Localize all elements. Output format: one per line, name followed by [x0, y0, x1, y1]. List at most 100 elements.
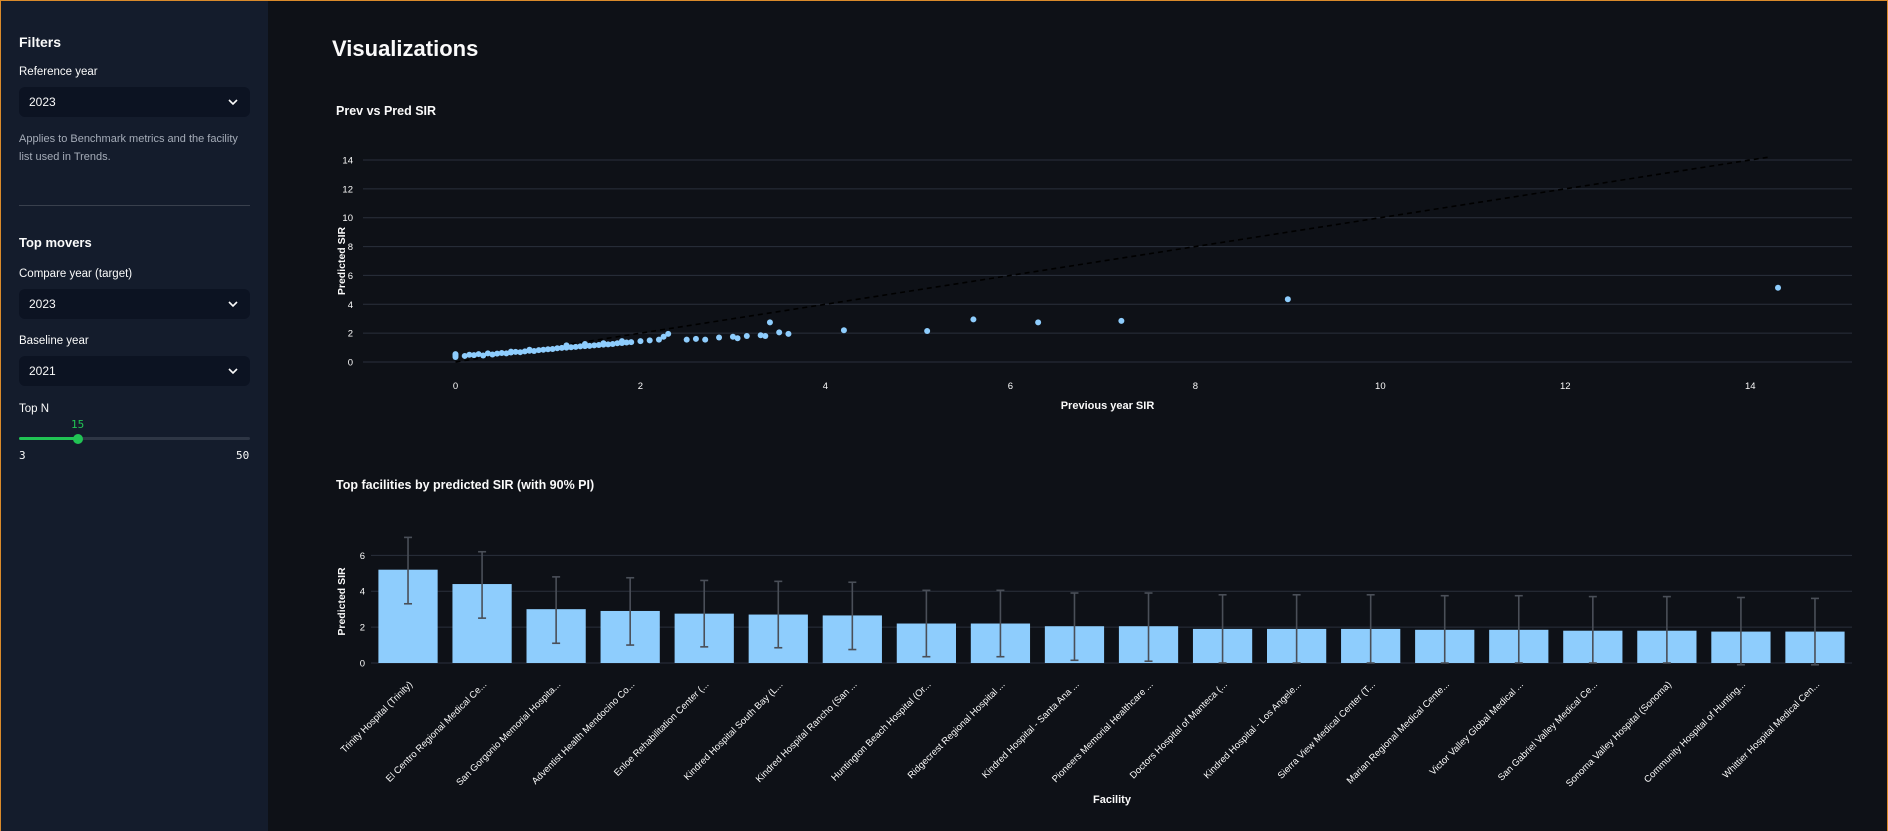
top-n-min: 3 [19, 449, 26, 462]
compare-year-select[interactable]: 2023 [19, 289, 250, 319]
scatter-point [591, 342, 598, 349]
scatter-point [743, 333, 750, 340]
scatter-point [549, 346, 556, 353]
scatter-x-label: Previous year SIR [1061, 400, 1155, 412]
top-movers-heading: Top movers [19, 235, 92, 250]
bar [1044, 626, 1105, 663]
bar [896, 623, 956, 663]
baseline-year-select[interactable]: 2021 [19, 356, 250, 386]
bar-x-tick: San Gabriel Valley Medical Ce... [1496, 679, 1600, 783]
scatter-point [628, 339, 635, 346]
bar-x-label: Facility [1093, 794, 1132, 806]
scatter-x-tick: 0 [453, 381, 458, 392]
scatter-point [762, 333, 769, 340]
bar-x-tick: Marian Regional Medical Cente... [1345, 679, 1452, 786]
scatter-point [757, 332, 764, 339]
scatter-y-tick: 10 [342, 213, 353, 224]
compare-year-label: Compare year (target) [19, 268, 133, 280]
scatter-point [729, 333, 736, 340]
bar [1785, 631, 1845, 663]
scatter-point [1035, 319, 1042, 326]
scatter-point [683, 336, 690, 343]
reference-year-value: 2023 [29, 95, 56, 109]
scatter-point [595, 341, 602, 348]
bar-x-tick: Kindred Hospital - Santa Ana ... [980, 679, 1082, 781]
bar [526, 609, 586, 663]
scatter-y-tick: 6 [348, 271, 353, 282]
bar [1267, 628, 1327, 663]
scatter-x-tick: 12 [1560, 381, 1571, 392]
chevron-down-icon [228, 301, 238, 308]
reference-year-label: Reference year [19, 66, 98, 78]
scatter-point [535, 347, 542, 354]
scatter-point [498, 350, 505, 357]
scatter-point [563, 344, 570, 351]
top-n-max: 50 [236, 449, 250, 462]
bar-y-tick: 6 [360, 551, 365, 562]
scatter-y-tick: 0 [348, 358, 353, 369]
scatter-x-tick: 2 [638, 381, 643, 392]
scatter-point [452, 351, 459, 358]
scatter-point [609, 340, 616, 347]
bar [674, 613, 734, 663]
bar-x-tick: San Gorgonio Memorial Hospita... [454, 679, 563, 788]
filters-heading: Filters [19, 34, 62, 50]
scatter-point [568, 344, 575, 351]
bar-x-tick: Whittier Hospital Medical Cen... [1721, 679, 1822, 780]
scatter-point [544, 346, 551, 353]
scatter-point [605, 341, 612, 348]
bar [1489, 629, 1549, 663]
bar [1415, 629, 1475, 663]
scatter-point [572, 343, 579, 350]
scatter-point [637, 338, 644, 345]
scatter-point [665, 330, 672, 337]
top-n-slider-thumb[interactable] [72, 433, 83, 444]
reference-year-select[interactable]: 2023 [19, 87, 250, 117]
scatter-point [517, 349, 524, 356]
scatter-point [785, 330, 792, 337]
scatter-x-tick: 4 [823, 381, 828, 392]
scatter-point [776, 329, 783, 336]
bar-x-tick: Huntington Beach Hospital (Or... [829, 679, 933, 783]
bar-x-tick: Pioneers Memorial Healthcare ... [1050, 679, 1156, 785]
scatter-point [489, 351, 496, 358]
scatter-x-tick: 6 [1008, 381, 1013, 392]
bar-x-tick: Kindred Hospital - Los Angele... [1202, 679, 1304, 781]
scatter-point [716, 334, 723, 341]
scatter-point [475, 351, 482, 358]
reference-year-note: Applies to Benchmark metrics and the fac… [19, 133, 238, 163]
scatter-point [452, 352, 459, 359]
scatter-point [600, 340, 607, 347]
bar-chart-title: Top facilities by predicted SIR (with 90… [336, 478, 595, 492]
page-title: Visualizations [332, 36, 479, 61]
scatter-x-tick: 8 [1193, 381, 1198, 392]
scatter-point [618, 338, 625, 345]
bar [970, 623, 1031, 663]
bar [378, 569, 438, 663]
bar-y-tick: 0 [360, 659, 365, 670]
top-n-slider[interactable] [19, 433, 250, 444]
scatter-y-tick: 14 [342, 156, 353, 167]
bar [1192, 628, 1253, 663]
bar-x-tick: Adventist Health Mendocino Co... [530, 679, 637, 786]
sidebar-divider [19, 205, 250, 206]
scatter-point [540, 346, 547, 353]
scatter-reference-line [455, 156, 1769, 363]
bar-x-tick: Enloe Rehabilitation Center (... [612, 679, 711, 778]
scatter-point [660, 333, 667, 340]
scatter-point [494, 350, 501, 357]
bar [748, 614, 808, 663]
scatter-chart-title: Prev vs Pred SIR [336, 104, 437, 118]
scatter-point [507, 349, 514, 356]
baseline-year-label: Baseline year [19, 335, 89, 347]
scatter-y-tick: 2 [348, 329, 353, 340]
scatter-point [466, 351, 473, 358]
scatter-point [646, 337, 653, 344]
bar [1637, 630, 1697, 663]
scatter-point [521, 348, 528, 355]
scatter-point [581, 340, 588, 347]
scatter-x-tick: 14 [1745, 381, 1756, 392]
scatter-point [970, 316, 977, 323]
top-n-label: Top N [19, 403, 50, 415]
scatter-point [734, 335, 741, 342]
